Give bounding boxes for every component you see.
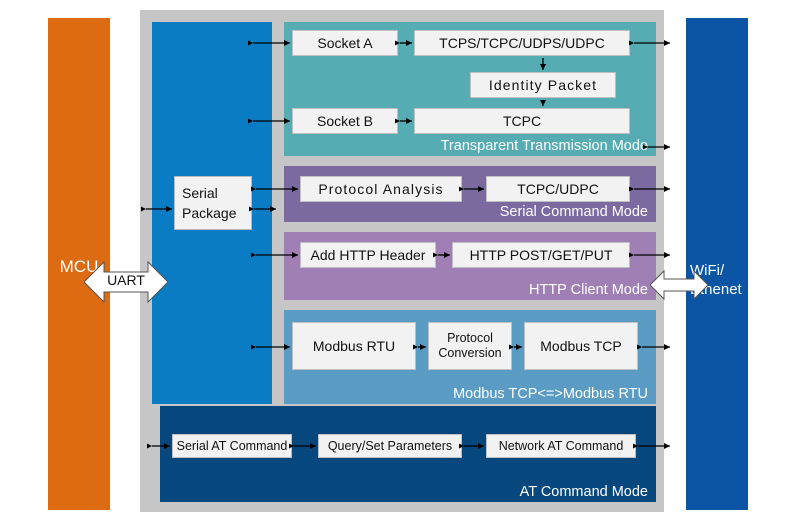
box-add-http-header: Add HTTP Header	[300, 242, 436, 268]
panel-serial-command-caption: Serial Command Mode	[499, 204, 648, 220]
panel-transparent-caption: Transparent Transmission Mode	[440, 138, 648, 154]
box-network-at-command: Network AT Command	[486, 434, 636, 458]
box-protocol-conversion-line1: Protocol	[447, 331, 493, 345]
box-modbus-tcp: Modbus TCP	[524, 322, 638, 370]
box-tcpc: TCPC	[414, 108, 630, 134]
box-protocol-analysis: Protocol Analysis	[300, 176, 462, 202]
serial-package-line2: Package	[182, 205, 237, 221]
box-protocol-conversion-line2: Conversion	[438, 346, 502, 360]
panel-http-client-caption: HTTP Client Mode	[529, 282, 648, 298]
box-socket-a: Socket A	[292, 30, 398, 56]
diagram-canvas: MCU WiFi/ Ethenet Serial Package Transpa…	[0, 0, 791, 522]
panel-at-command-caption: AT Command Mode	[519, 484, 648, 500]
network-block: WiFi/ Ethenet	[686, 18, 748, 510]
box-query-set-parameters: Query/Set Parameters	[318, 434, 462, 458]
box-tcpc-udpc: TCPC/UDPC	[486, 176, 630, 202]
serial-package-line1: Serial	[182, 184, 218, 201]
box-protocol-conversion: Protocol Conversion	[428, 322, 512, 370]
box-http-post-get-put: HTTP POST/GET/PUT	[452, 242, 630, 268]
box-serial-at-command: Serial AT Command	[172, 434, 292, 458]
box-modbus-rtu: Modbus RTU	[292, 322, 416, 370]
uart-label: UART	[107, 272, 145, 288]
wifi-ethernet-connector	[649, 268, 709, 302]
box-tcps-tcpc-udps-udpc: TCPS/TCPC/UDPS/UDPC	[414, 30, 630, 56]
box-identity-packet: Identity Packet	[470, 72, 616, 98]
serial-package-box: Serial Package	[174, 176, 252, 230]
panel-modbus-caption: Modbus TCP<=>Modbus RTU	[453, 386, 648, 402]
uart-connector: UART	[83, 258, 169, 306]
box-socket-b: Socket B	[292, 108, 398, 134]
